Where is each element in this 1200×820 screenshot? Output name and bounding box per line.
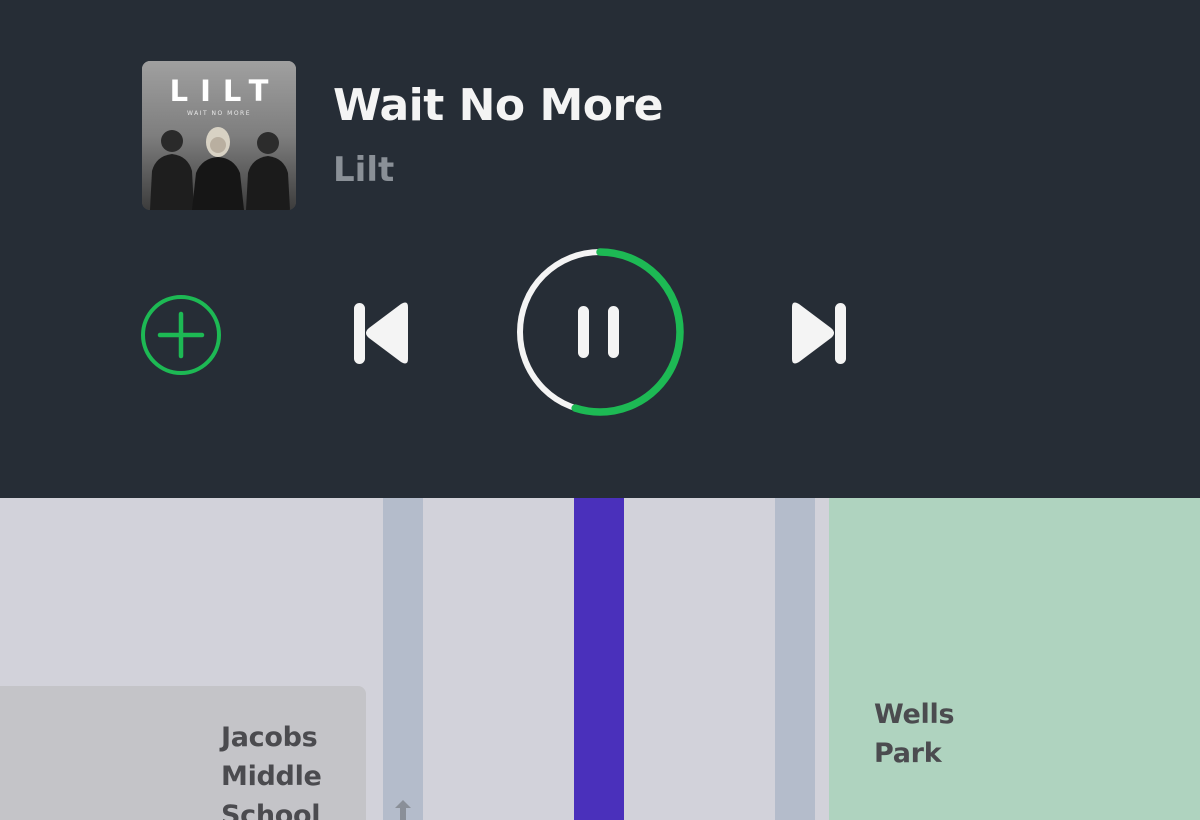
map-label-park: Wells Park (874, 699, 955, 769)
next-track-button[interactable] (788, 298, 850, 368)
track-title: Wait No More (333, 80, 664, 131)
skip-previous-icon (354, 302, 408, 364)
album-subtitle-text: WAIT NO MORE (186, 110, 252, 117)
album-band-text: LILT (169, 74, 281, 108)
previous-track-button[interactable] (350, 298, 412, 368)
pause-icon (578, 306, 619, 358)
street (383, 498, 423, 820)
album-art[interactable]: LILT WAIT NO MORE (142, 61, 296, 210)
street (775, 498, 815, 820)
add-to-library-button[interactable] (140, 294, 222, 376)
now-playing-panel: LILT WAIT NO MORE Wait No More Lilt (0, 0, 1200, 498)
play-pause-button[interactable] (514, 246, 686, 418)
navigation-route (574, 498, 624, 820)
plus-circle-icon (141, 295, 221, 375)
track-artist[interactable]: Lilt (333, 148, 394, 192)
arrow-up-icon (395, 800, 411, 820)
navigation-map[interactable]: Jacobs Middle School Wells Park (0, 498, 1200, 820)
car-display-screen: LILT WAIT NO MORE Wait No More Lilt Jaco… (0, 0, 1200, 820)
playback-progress-ring (516, 248, 684, 416)
map-label-school: Jacobs Middle School (221, 722, 322, 820)
skip-next-icon (792, 302, 846, 364)
